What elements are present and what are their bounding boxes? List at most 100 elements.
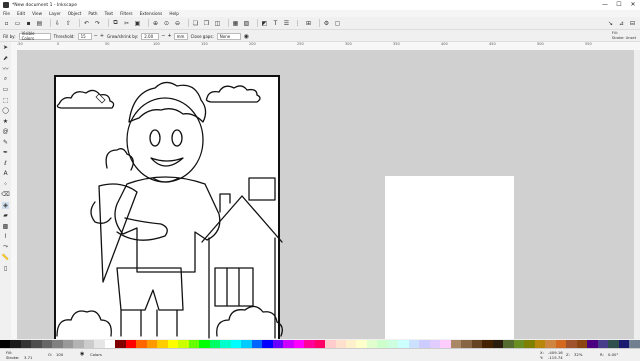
palette-swatch[interactable]: [41, 340, 53, 348]
palette-swatch[interactable]: [283, 340, 294, 348]
minimize-button[interactable]: —: [598, 0, 612, 10]
open-file-icon[interactable]: ▭: [14, 20, 21, 27]
reset-icon[interactable]: ◉: [243, 33, 250, 40]
box3d-tool-icon[interactable]: ⬚: [2, 97, 9, 104]
spray-tool-icon[interactable]: ⁘: [2, 181, 9, 188]
palette-swatch[interactable]: [335, 340, 346, 348]
gradient-tool-icon[interactable]: ▰: [2, 212, 9, 219]
palette-swatch[interactable]: [325, 340, 336, 348]
rotation-input[interactable]: 0.00°: [608, 352, 618, 357]
layer-visibility-icon[interactable]: ◉: [80, 351, 84, 357]
zoom-input[interactable]: 32%: [574, 352, 582, 357]
palette-swatch[interactable]: [419, 340, 430, 348]
palette-swatch[interactable]: [450, 340, 462, 348]
palette-swatch[interactable]: [597, 340, 609, 348]
ellipse-tool-icon[interactable]: ◯: [2, 107, 9, 114]
eraser-tool-icon[interactable]: ⌫: [1, 191, 9, 198]
palette-swatch[interactable]: [377, 340, 388, 348]
tweak-tool-icon[interactable]: 〰: [2, 65, 9, 73]
palette-swatch[interactable]: [440, 340, 451, 348]
color-palette[interactable]: [0, 340, 640, 348]
palette-swatch[interactable]: [146, 340, 158, 348]
export-icon[interactable]: ⇧: [65, 20, 72, 27]
menu-layer[interactable]: Layer: [49, 11, 61, 16]
menu-file[interactable]: File: [3, 11, 10, 16]
measure-tool-icon[interactable]: 📏: [2, 254, 9, 261]
palette-swatch[interactable]: [408, 340, 420, 348]
text-tool-icon[interactable]: A: [2, 170, 9, 177]
snap-toggle-icon[interactable]: ↘: [607, 20, 614, 27]
palette-swatch[interactable]: [461, 340, 472, 348]
palette-swatch[interactable]: [262, 340, 273, 348]
import-icon[interactable]: ⇩: [54, 20, 61, 27]
connector-tool-icon[interactable]: ⤳: [2, 243, 9, 251]
threshold-increment-icon[interactable]: +: [100, 33, 104, 39]
dropper-tool-icon[interactable]: ⌇: [2, 233, 9, 240]
palette-swatch[interactable]: [356, 340, 367, 348]
palette-swatch[interactable]: [20, 340, 32, 348]
star-tool-icon[interactable]: ★: [2, 118, 9, 125]
print-icon[interactable]: ▤: [36, 20, 43, 27]
palette-swatch[interactable]: [0, 340, 11, 348]
menu-help[interactable]: Help: [169, 11, 179, 16]
palette-swatch[interactable]: [587, 340, 598, 348]
palette-swatch[interactable]: [304, 340, 315, 348]
palette-swatch[interactable]: [73, 340, 84, 348]
mesh-tool-icon[interactable]: ▩: [2, 223, 9, 230]
copy-icon[interactable]: ⧉: [112, 19, 119, 27]
grow-increment-icon[interactable]: +: [167, 33, 171, 39]
palette-swatch[interactable]: [534, 340, 546, 348]
blank-page[interactable]: [385, 176, 514, 339]
palette-swatch[interactable]: [125, 340, 137, 348]
unlink-clone-icon[interactable]: ◫: [214, 20, 221, 27]
unit-select[interactable]: mm: [173, 32, 188, 40]
palette-swatch[interactable]: [293, 340, 305, 348]
grow-decrement-icon[interactable]: −: [161, 33, 165, 39]
spiral-tool-icon[interactable]: @: [2, 128, 9, 135]
palette-swatch[interactable]: [115, 340, 126, 348]
palette-swatch[interactable]: [513, 340, 525, 348]
undo-icon[interactable]: ↶: [83, 20, 90, 27]
selector-tool-icon[interactable]: ➤: [2, 44, 9, 51]
pen-tool-icon[interactable]: ✒: [2, 149, 9, 156]
coloring-page-frame[interactable]: [54, 75, 280, 339]
palette-swatch[interactable]: [199, 340, 210, 348]
palette-swatch[interactable]: [220, 340, 231, 348]
palette-swatch[interactable]: [251, 340, 263, 348]
layers-icon[interactable]: ☰: [283, 20, 290, 27]
rectangle-tool-icon[interactable]: ▭: [2, 86, 9, 93]
fill-stroke-icon[interactable]: ◩: [261, 20, 268, 27]
menu-object[interactable]: Object: [68, 11, 82, 16]
menu-extensions[interactable]: Extensions: [140, 11, 163, 16]
menu-edit[interactable]: Edit: [17, 11, 25, 16]
zoom-page-icon[interactable]: ⊖: [174, 20, 181, 27]
fill-by-select[interactable]: Visible Colors: [18, 31, 51, 41]
ungroup-icon[interactable]: ▧: [243, 20, 250, 27]
calligraphy-tool-icon[interactable]: ℓ: [2, 160, 9, 167]
new-document-icon[interactable]: ▫: [3, 20, 10, 27]
text-font-icon[interactable]: T: [272, 20, 279, 27]
palette-swatch[interactable]: [188, 340, 200, 348]
snap-page-icon[interactable]: ⊟: [629, 20, 636, 27]
snap-options-icon[interactable]: ⊿: [618, 20, 625, 27]
palette-swatch[interactable]: [167, 340, 179, 348]
cut-icon[interactable]: ✂: [123, 20, 130, 27]
maximize-button[interactable]: ☐: [612, 0, 626, 10]
threshold-decrement-icon[interactable]: −: [94, 33, 98, 39]
palette-swatch[interactable]: [209, 340, 221, 348]
threshold-input[interactable]: 15: [77, 32, 92, 40]
palette-swatch[interactable]: [618, 340, 630, 348]
palette-swatch[interactable]: [545, 340, 556, 348]
palette-swatch[interactable]: [524, 340, 535, 348]
zoom-drawing-icon[interactable]: ⊙: [163, 20, 170, 27]
palette-swatch[interactable]: [387, 340, 399, 348]
save-icon[interactable]: ▪: [25, 20, 32, 27]
palette-swatch[interactable]: [83, 340, 95, 348]
palette-swatch[interactable]: [178, 340, 189, 348]
paste-icon[interactable]: ▣: [134, 20, 141, 27]
palette-swatch[interactable]: [398, 340, 409, 348]
status-stroke-width[interactable]: 3.71: [24, 355, 32, 360]
pencil-tool-icon[interactable]: ✎: [2, 139, 9, 146]
palette-swatch[interactable]: [10, 340, 21, 348]
grow-shrink-input[interactable]: 2.00: [141, 32, 160, 40]
